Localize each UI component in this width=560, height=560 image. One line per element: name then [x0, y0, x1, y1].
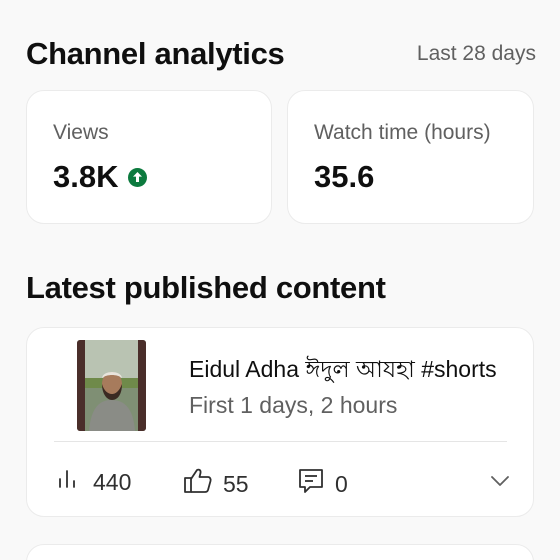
views-value: 3.8K [53, 159, 119, 194]
watch-time-value: 35.6 [314, 159, 375, 194]
watch-time-label: Watch time (hours) [314, 121, 491, 144]
divider [54, 441, 507, 442]
next-content-card[interactable] [26, 544, 534, 560]
trend-up-icon [128, 167, 148, 187]
analytics-title: Channel analytics [26, 36, 285, 71]
video-views-metric: 440 [57, 467, 131, 497]
video-views-count: 440 [93, 468, 132, 495]
video-comments-count: 0 [335, 470, 348, 497]
video-comments-metric: 0 [297, 467, 348, 501]
channel-dashboard: Channel analytics Last 28 days Views 3.8… [0, 0, 560, 560]
thumbs-up-icon [183, 467, 213, 501]
video-title[interactable]: Eidul Adha ঈদুল আযহা #shorts [189, 351, 519, 390]
period-selector[interactable]: Last 28 days [417, 42, 536, 66]
latest-video-card[interactable]: Eidul Adha ঈদুল আযহা #shorts First 1 day… [26, 327, 534, 517]
views-stat-card[interactable]: Views 3.8K [26, 90, 272, 224]
video-likes-metric: 55 [183, 467, 249, 501]
bar-chart-icon [57, 467, 83, 497]
comment-icon [297, 467, 325, 501]
video-likes-count: 55 [223, 470, 249, 497]
watch-time-stat-card[interactable]: Watch time (hours) 35.6 [287, 90, 534, 224]
views-label: Views [53, 121, 109, 144]
latest-content-title: Latest published content [26, 270, 386, 305]
expand-button[interactable] [489, 470, 511, 492]
video-thumbnail[interactable] [77, 340, 146, 431]
video-age: First 1 days, 2 hours [189, 392, 398, 418]
chevron-down-icon [489, 476, 511, 496]
analytics-header: Channel analytics Last 28 days [26, 36, 536, 72]
